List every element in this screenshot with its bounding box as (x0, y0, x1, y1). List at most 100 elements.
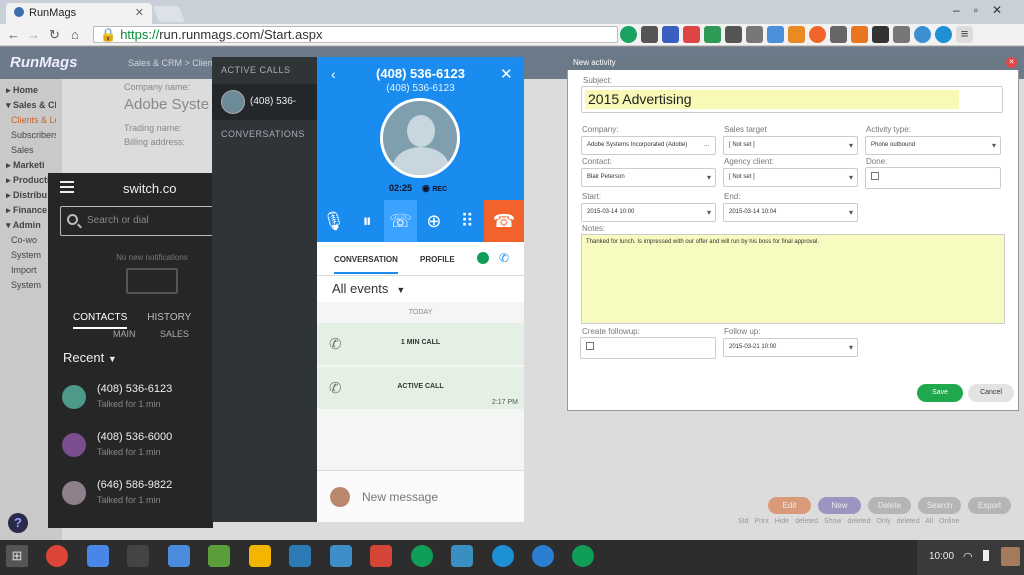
extension-icon[interactable] (662, 26, 679, 43)
active-call-item[interactable]: (408) 536- (212, 84, 317, 120)
sidebar-item-clients[interactable]: Clients & Leads (6, 113, 56, 128)
extension-icon[interactable] (893, 26, 910, 43)
done-checkbox[interactable] (871, 172, 879, 180)
extension-icon[interactable] (767, 26, 784, 43)
subject-field[interactable]: 2015 Advertising (581, 86, 1003, 113)
sidebar-item-subscribers[interactable]: Subscribers (6, 128, 56, 143)
extension-icon[interactable] (788, 26, 805, 43)
activity-type-select[interactable]: Phone outbound (865, 136, 1001, 155)
contact-item[interactable]: (408) 536-6000 Talked for 1 min (62, 431, 212, 471)
list-item[interactable]: ✆ ACTIVE CALL 2:17 PM (317, 367, 524, 409)
contact-item[interactable]: (646) 586-9822 Talked for 1 min (62, 479, 212, 519)
agency-select[interactable]: [ Not set ] (723, 168, 858, 187)
sales-target-select[interactable]: [ Not set ] (723, 136, 858, 155)
system-tray[interactable]: 10:00 ◠ (917, 540, 1024, 575)
save-button[interactable]: Save (917, 384, 963, 402)
trello-icon[interactable] (289, 545, 311, 567)
address-bar[interactable]: 🔒 https://run.runmags.com/Start.aspx (93, 26, 618, 43)
browser-tab[interactable]: RunMags ✕ (6, 3, 152, 24)
extension-icon[interactable] (746, 26, 763, 43)
menu-icon[interactable]: ≡ (956, 26, 973, 43)
tab-conversation[interactable]: CONVERSATION (334, 255, 398, 274)
keypad-icon[interactable]: ⠿ (451, 200, 484, 242)
calendar-icon[interactable] (87, 545, 109, 567)
drive-icon[interactable] (249, 545, 271, 567)
contact-select[interactable]: Blair Peterson (581, 168, 716, 187)
drive-icon[interactable] (704, 26, 721, 43)
tab-contacts[interactable]: CONTACTS (73, 312, 128, 329)
hamburger-menu-icon[interactable] (60, 181, 74, 193)
company-field[interactable]: Adobe Systems Incorporated (Adobe)... (581, 136, 716, 155)
message-input[interactable]: New message (362, 490, 438, 504)
search-button[interactable]: Search (918, 497, 961, 514)
list-item[interactable]: ✆ 1 MIN CALL (317, 323, 524, 365)
recent-dropdown[interactable]: Recent ▼ (63, 350, 117, 365)
tab-profile[interactable]: PROFILE (420, 255, 455, 264)
sidebar-item-sales-crm[interactable]: ▾ Sales & CRM (6, 98, 56, 113)
forward-icon[interactable]: → (27, 27, 40, 42)
close-tab-icon[interactable]: ✕ (135, 6, 144, 19)
notes-textarea[interactable]: Thanked for lunch. Is impressed with our… (581, 234, 1005, 324)
recording-indicator[interactable]: REC (422, 183, 447, 194)
end-select[interactable]: 2015-03-14 10:04 (723, 203, 858, 222)
follow-up-select[interactable]: 2015-03-21 10:00 (723, 338, 858, 357)
subtab-sales[interactable]: SALES (160, 329, 189, 339)
extension-icon[interactable] (914, 26, 931, 43)
skype-icon[interactable] (492, 545, 514, 567)
extension-icon[interactable] (641, 26, 658, 43)
cast-icon[interactable] (830, 26, 847, 43)
app-launcher-icon[interactable]: ⊞ (6, 545, 28, 567)
gmail-icon[interactable] (683, 26, 700, 43)
new-tab-button[interactable] (153, 6, 185, 22)
help-icon[interactable]: ? (8, 513, 28, 533)
back-chevron-icon[interactable]: ‹ (331, 66, 336, 82)
home-icon[interactable]: ⌂ (71, 27, 79, 42)
filter-options[interactable]: Std Print Hide deleted Show deleted Only… (738, 518, 959, 525)
subtab-main[interactable]: MAIN (113, 329, 136, 339)
extension-icon[interactable] (872, 26, 889, 43)
edit-button[interactable]: Edit (768, 497, 811, 514)
phone-icon[interactable]: ✆ (499, 251, 509, 265)
sidebar-item-sales[interactable]: Sales (6, 143, 56, 158)
tab-history[interactable]: HISTORY (147, 312, 191, 323)
chat-icon[interactable] (477, 252, 489, 264)
files-icon[interactable] (168, 545, 190, 567)
start-select[interactable]: 2015-03-14 10:00 (581, 203, 716, 222)
sidebar-item-home[interactable]: ▸ Home (6, 83, 56, 98)
extension-icons[interactable]: ≡ (620, 26, 973, 43)
hangouts-icon[interactable] (411, 545, 433, 567)
back-icon[interactable]: ← (7, 27, 20, 42)
contact-item[interactable]: (408) 536-6123 Talked for 1 min (62, 383, 212, 423)
gmail-icon[interactable] (370, 545, 392, 567)
sidebar-item-marketing[interactable]: ▸ Marketi (6, 158, 56, 173)
delete-button[interactable]: Delete (868, 497, 911, 514)
chat-icon[interactable] (532, 545, 554, 567)
app-icon[interactable] (451, 545, 473, 567)
window-controls[interactable]: –▫✕ (953, 3, 1016, 17)
extension-icon[interactable] (725, 26, 742, 43)
transfer-icon[interactable]: ☏ (383, 200, 418, 242)
chrome-icon[interactable] (46, 545, 68, 567)
cancel-button[interactable]: Cancel (968, 384, 1014, 402)
extension-icon[interactable] (851, 26, 868, 43)
mute-icon[interactable]: 🎙 (317, 200, 350, 242)
new-button[interactable]: New (818, 497, 861, 514)
skype-icon[interactable] (935, 26, 952, 43)
app-icon[interactable] (127, 545, 149, 567)
reload-icon[interactable]: ↻ (49, 27, 60, 43)
export-button[interactable]: Export (968, 497, 1011, 514)
hold-icon[interactable]: ⏸ (350, 200, 383, 242)
close-icon[interactable]: ✕ (500, 65, 513, 83)
search-input[interactable]: Search or dial (60, 206, 220, 236)
message-composer[interactable]: New message (317, 470, 524, 522)
extension-icon[interactable] (620, 26, 637, 43)
close-icon[interactable]: ✕ (1006, 57, 1017, 68)
app-icon[interactable] (330, 545, 352, 567)
hangouts-icon[interactable] (572, 545, 594, 567)
add-participant-icon[interactable]: ⊕ (417, 200, 450, 242)
extension-icon[interactable] (809, 26, 826, 43)
evernote-icon[interactable] (208, 545, 230, 567)
events-filter-dropdown[interactable]: All events ▼ (332, 281, 405, 296)
hangup-icon[interactable]: ☎ (483, 200, 525, 242)
followup-checkbox[interactable] (586, 342, 594, 350)
